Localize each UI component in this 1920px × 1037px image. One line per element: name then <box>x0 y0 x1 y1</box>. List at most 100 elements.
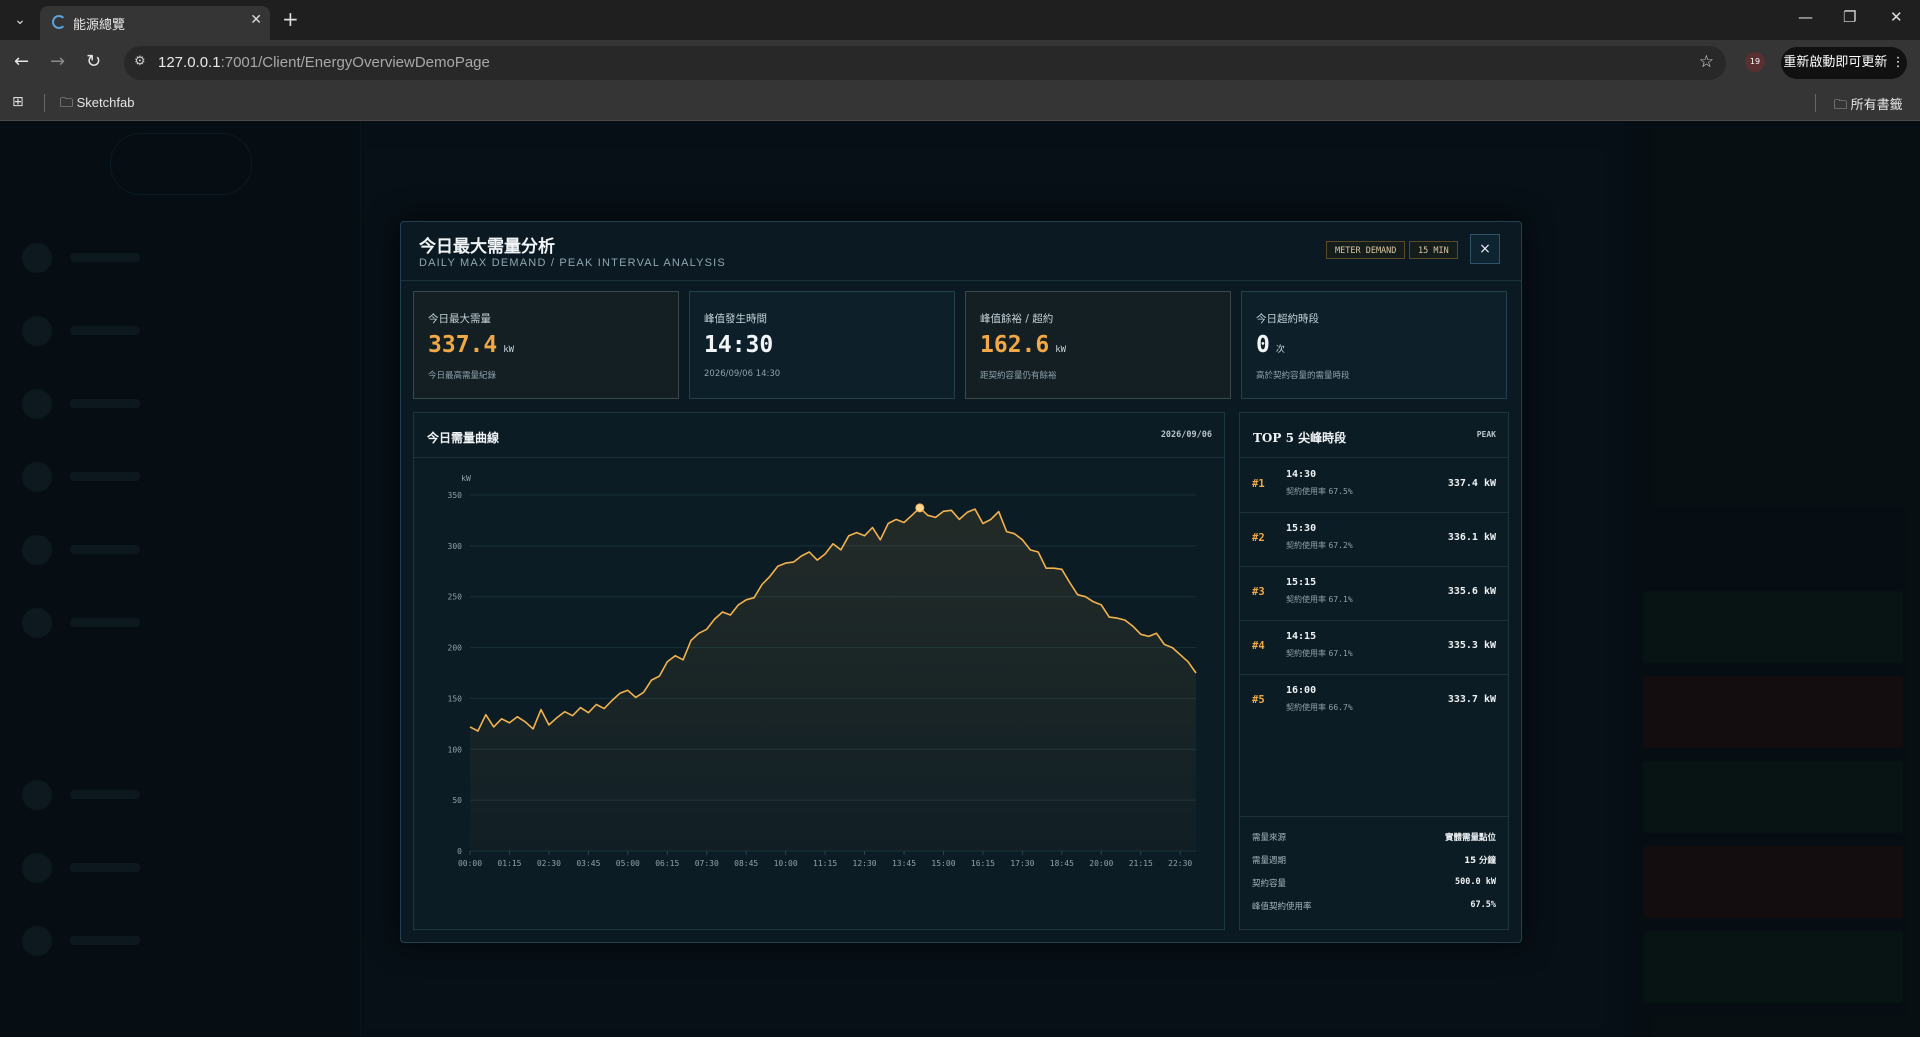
stat-note: 高於契約容量的需量時段 <box>1256 371 1350 381</box>
y-tick-label: 250 <box>448 593 463 602</box>
stat-card-peak-margin: 峰值餘裕 / 超約 162.6 kW 距契約容量仍有餘裕 <box>965 291 1231 399</box>
rank-time: 16:00 <box>1286 685 1317 696</box>
x-tick-label: 08:45 <box>734 859 758 868</box>
tab-title: 能源總覽 <box>73 18 126 33</box>
rank-value: 337.4 kW <box>1447 478 1496 489</box>
stat-label: 峰值餘裕 / 超約 <box>980 313 1054 325</box>
x-tick-label: 21:15 <box>1129 859 1153 868</box>
restore-icon[interactable]: ❐ <box>1843 8 1856 26</box>
address-bar[interactable]: ⚙ 127.0.0.1:7001/Client/EnergyOverviewDe… <box>124 46 1726 80</box>
tab-favicon <box>52 15 66 29</box>
demand-chart[interactable]: kW 0 50 100 150 200 250 300 350 00:00 01:15 02:30 03… <box>414 458 1224 928</box>
info-key: 需量來源 <box>1252 833 1287 843</box>
bookmarks-separator <box>1815 94 1816 112</box>
update-button[interactable]: 重新啟動即可更新 ⋮ <box>1781 47 1907 79</box>
close-button[interactable]: × <box>1470 234 1500 264</box>
stat-value: 337.4 kW <box>428 332 514 358</box>
forward-icon[interactable]: → <box>50 51 65 72</box>
rank-value: 335.3 kW <box>1447 640 1496 651</box>
all-bookmarks[interactable]: 🗀 所有書籤 <box>1834 94 1903 118</box>
stat-label: 今日最大需量 <box>428 313 491 325</box>
stat-cards: 今日最大需量 337.4 kW 今日最高需量紀錄 峰值發生時間 14:30 202… <box>413 291 1509 399</box>
modal-title: 今日最大需量分析 <box>419 237 555 257</box>
stat-unit: kW <box>1055 345 1067 355</box>
peak-row[interactable]: #4 14:15 契約使用率 67.1% 335.3 kW <box>1240 620 1508 675</box>
rank-value: 335.6 kW <box>1447 586 1496 597</box>
util-label: 契約使用率 <box>1286 703 1326 712</box>
info-row-contract: 契約容量 500.0 kW <box>1252 877 1496 891</box>
rank-number: #3 <box>1252 586 1265 598</box>
apps-icon[interactable]: ⊞ <box>12 94 24 110</box>
bookmark-sketchfab[interactable]: 🗀 Sketchfab <box>60 94 134 116</box>
interval-badge: 15 MIN <box>1409 241 1458 259</box>
x-tick-label: 11:15 <box>813 859 837 868</box>
info-key: 峰值契約使用率 <box>1252 902 1312 912</box>
x-tick-label: 10:00 <box>774 859 798 868</box>
x-tick-label: 05:00 <box>616 859 640 868</box>
rank-number: #2 <box>1252 532 1265 544</box>
x-tick-label: 17:30 <box>1010 859 1034 868</box>
rank-utilization: 契約使用率 67.5% <box>1286 486 1353 497</box>
x-tick-label: 06:15 <box>655 859 679 868</box>
stat-unit: 次 <box>1275 345 1285 355</box>
stat-number: 14:30 <box>704 332 774 358</box>
modal-header: 今日最大需量分析 DAILY MAX DEMAND / PEAK INTERVA… <box>401 222 1521 281</box>
util-label: 契約使用率 <box>1286 487 1326 496</box>
util-label: 契約使用率 <box>1286 649 1326 658</box>
back-icon[interactable]: ← <box>14 51 29 72</box>
tab-list-icon[interactable]: ⌄ <box>8 8 32 32</box>
stat-value: 14:30 <box>704 332 773 358</box>
info-value: 實體需量點位 <box>1444 833 1496 843</box>
util-label: 契約使用率 <box>1286 595 1326 604</box>
stat-label: 今日超約時段 <box>1256 313 1319 325</box>
meter-demand-badge: METER DEMAND <box>1326 241 1406 259</box>
star-icon[interactable]: ☆ <box>1699 52 1714 72</box>
info-key: 需量週期 <box>1252 856 1287 866</box>
extension-icon[interactable]: 19 <box>1745 52 1765 72</box>
stat-card-max-demand: 今日最大需量 337.4 kW 今日最高需量紀錄 <box>413 291 679 399</box>
info-value: 500.0 kW <box>1455 877 1496 887</box>
stat-value: 162.6 kW <box>980 332 1066 358</box>
y-tick-label: 0 <box>457 847 462 856</box>
modal-subtitle: DAILY MAX DEMAND / PEAK INTERVAL ANALYSI… <box>419 257 726 269</box>
x-tick-label: 02:30 <box>537 859 561 868</box>
util-value: 67.5% <box>1328 487 1353 496</box>
x-tick-label: 18:45 <box>1050 859 1074 868</box>
plus-icon[interactable]: + <box>282 8 299 30</box>
y-tick-label: 300 <box>448 542 463 551</box>
demand-chart-panel: 今日需量曲線 2026/09/06 kW 0 50 100 150 200 250 300 35… <box>413 412 1225 930</box>
browser-tab[interactable]: 能源總覽 ✕ <box>40 6 270 40</box>
peak-row[interactable]: #3 15:15 契約使用率 67.1% 335.6 kW <box>1240 566 1508 621</box>
rank-utilization: 契約使用率 67.1% <box>1286 648 1353 659</box>
util-value: 67.1% <box>1328 595 1353 604</box>
x-tick-label: 03:45 <box>576 859 600 868</box>
info-row-period: 需量週期 15 分鐘 <box>1252 854 1496 868</box>
rank-time: 15:15 <box>1286 577 1317 588</box>
bookmarks-separator <box>44 94 45 112</box>
info-row-source: 需量來源 實體需量點位 <box>1252 831 1496 845</box>
rank-number: #1 <box>1252 478 1265 490</box>
y-tick-label: 350 <box>448 491 463 500</box>
close-icon[interactable]: ✕ <box>250 12 262 28</box>
window-close-icon[interactable]: ✕ <box>1890 8 1903 26</box>
site-info-icon[interactable]: ⚙ <box>134 54 146 69</box>
rank-time: 14:30 <box>1286 469 1317 480</box>
peak-row[interactable]: #5 16:00 契約使用率 66.7% 333.7 kW <box>1240 674 1508 728</box>
url-text[interactable]: 127.0.0.1:7001/Client/EnergyOverviewDemo… <box>158 54 490 71</box>
x-tick-label: 16:15 <box>971 859 995 868</box>
y-axis-unit: kW <box>461 474 471 483</box>
close-icon: × <box>1479 241 1491 257</box>
more-icon[interactable]: ⋮ <box>1892 55 1905 70</box>
util-value: 67.2% <box>1328 541 1353 550</box>
y-tick-label: 100 <box>448 745 463 754</box>
peak-row[interactable]: #2 15:30 契約使用率 67.2% 336.1 kW <box>1240 512 1508 567</box>
folder-icon: 🗀 <box>60 95 74 110</box>
reload-icon[interactable]: ↻ <box>86 51 101 72</box>
x-tick-label: 07:30 <box>695 859 719 868</box>
minimize-icon[interactable]: — <box>1798 8 1813 26</box>
x-tick-label: 22:30 <box>1168 859 1192 868</box>
url-host: 127.0.0.1 <box>158 54 221 71</box>
x-tick-label: 20:00 <box>1089 859 1113 868</box>
browser-tab-bar: ⌄ 能源總覽 ✕ + — ❐ ✕ <box>0 0 1920 40</box>
peak-row[interactable]: #1 14:30 契約使用率 67.5% 337.4 kW <box>1240 458 1508 513</box>
